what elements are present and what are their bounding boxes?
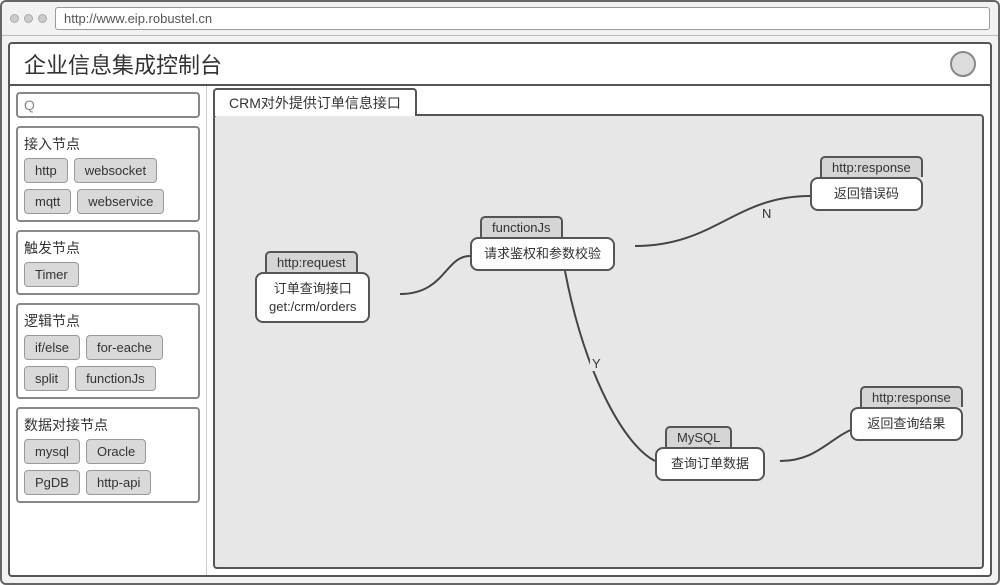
edge-n1-n2 xyxy=(400,256,470,294)
node-mysql[interactable]: MySQL 查询订单数据 xyxy=(655,426,765,481)
node-tag: functionJs xyxy=(480,216,563,237)
sidebar: Q 接入节点 http websocket mqtt webservice 触发… xyxy=(10,86,206,575)
search-icon: Q xyxy=(24,97,35,113)
edge-n2-n4 xyxy=(565,271,655,461)
search-input[interactable]: Q xyxy=(16,92,200,118)
node-body: 返回查询结果 xyxy=(850,407,963,441)
edge-n2-n3 xyxy=(635,196,810,246)
close-icon[interactable] xyxy=(10,14,19,23)
palette-group-title: 接入节点 xyxy=(24,134,192,154)
app-shell: 企业信息集成控制台 Q 接入节点 http websocket mqtt web… xyxy=(8,42,992,577)
window-controls[interactable] xyxy=(10,14,47,23)
palette-item-oracle[interactable]: Oracle xyxy=(86,439,146,464)
flow-canvas[interactable]: N Y http:request 订单查询接口get:/crm/orders f… xyxy=(213,114,984,569)
browser-window: http://www.eip.robustel.cn 企业信息集成控制台 Q 接… xyxy=(0,0,1000,585)
palette-item-http[interactable]: http xyxy=(24,158,68,183)
palette-group-access: 接入节点 http websocket mqtt webservice xyxy=(16,126,200,222)
node-body: 订单查询接口get:/crm/orders xyxy=(255,272,370,323)
palette-item-websocket[interactable]: websocket xyxy=(74,158,157,183)
palette-group-trigger: 触发节点 Timer xyxy=(16,230,200,295)
palette-item-split[interactable]: split xyxy=(24,366,69,391)
palette-group-title: 数据对接节点 xyxy=(24,415,192,435)
node-body: 请求鉴权和参数校验 xyxy=(470,237,615,271)
node-http-request[interactable]: http:request 订单查询接口get:/crm/orders xyxy=(255,251,370,323)
browser-toolbar: http://www.eip.robustel.cn xyxy=(2,2,998,36)
node-tag: http:response xyxy=(820,156,923,177)
minimize-icon[interactable] xyxy=(24,14,33,23)
main-area: CRM对外提供订单信息接口 N Y http:request 订单查询接口get… xyxy=(206,86,990,575)
maximize-icon[interactable] xyxy=(38,14,47,23)
node-tag: MySQL xyxy=(665,426,732,447)
node-functionjs[interactable]: functionJs 请求鉴权和参数校验 xyxy=(470,216,615,271)
palette-group-title: 触发节点 xyxy=(24,238,192,258)
tab-crm-orders[interactable]: CRM对外提供订单信息接口 xyxy=(213,88,417,116)
edge-label-y: Y xyxy=(590,356,603,371)
page-title: 企业信息集成控制台 xyxy=(24,48,222,80)
node-body: 查询订单数据 xyxy=(655,447,765,481)
url-bar[interactable]: http://www.eip.robustel.cn xyxy=(55,7,990,30)
node-tag: http:request xyxy=(265,251,358,272)
node-body: 返回错误码 xyxy=(810,177,923,211)
palette-group-title: 逻辑节点 xyxy=(24,311,192,331)
node-http-response-error[interactable]: http:response 返回错误码 xyxy=(810,156,923,211)
app-header: 企业信息集成控制台 xyxy=(10,44,990,86)
palette-item-mqtt[interactable]: mqtt xyxy=(24,189,71,214)
palette-item-ifelse[interactable]: if/else xyxy=(24,335,80,360)
palette-item-mysql[interactable]: mysql xyxy=(24,439,80,464)
palette-group-data: 数据对接节点 mysql Oracle PgDB http-api xyxy=(16,407,200,503)
palette-item-httpapi[interactable]: http-api xyxy=(86,470,151,495)
palette-item-foreach[interactable]: for-eache xyxy=(86,335,163,360)
palette-group-logic: 逻辑节点 if/else for-eache split functionJs xyxy=(16,303,200,399)
palette-item-pgdb[interactable]: PgDB xyxy=(24,470,80,495)
app-body: Q 接入节点 http websocket mqtt webservice 触发… xyxy=(10,86,990,575)
palette-item-timer[interactable]: Timer xyxy=(24,262,79,287)
palette-item-webservice[interactable]: webservice xyxy=(77,189,164,214)
avatar[interactable] xyxy=(950,51,976,77)
node-http-response-ok[interactable]: http:response 返回查询结果 xyxy=(850,386,963,441)
edge-label-n: N xyxy=(760,206,773,221)
tab-strip: CRM对外提供订单信息接口 xyxy=(207,86,990,114)
palette-item-functionjs[interactable]: functionJs xyxy=(75,366,156,391)
node-tag: http:response xyxy=(860,386,963,407)
